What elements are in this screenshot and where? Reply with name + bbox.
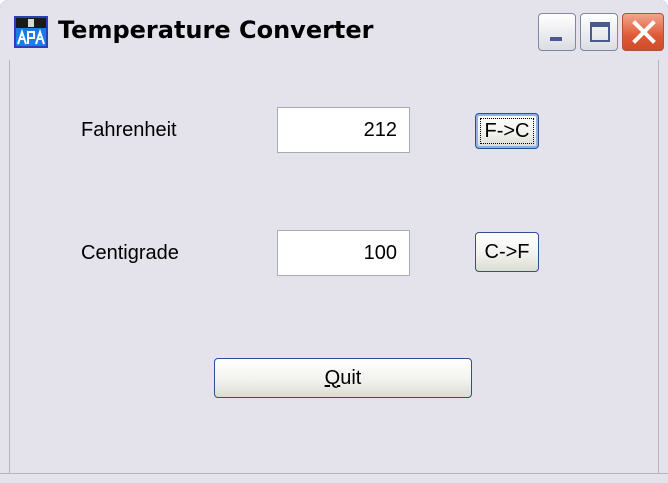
f-to-c-button-label: F->C [484,119,530,142]
title-bar[interactable]: Temperature Converter [0,0,668,60]
c-to-f-button-label: C->F [484,240,530,263]
centigrade-label: Centigrade [81,242,179,264]
maximize-button[interactable] [580,13,618,51]
f-to-c-button[interactable]: F->C [475,113,539,149]
minimize-button[interactable] [538,13,576,51]
quit-button-label: Quit [325,367,362,389]
close-icon [632,20,656,44]
close-button[interactable] [622,13,664,51]
client-area: Fahrenheit F->C Centigrade C->F Quit [10,60,658,473]
fahrenheit-label: Fahrenheit [81,119,177,141]
window-frame-left [0,60,10,483]
app-icon[interactable] [14,16,48,48]
app-window: Temperature Converter Fahrenheit F->C [0,0,668,483]
window-frame-bottom [0,473,668,483]
c-to-f-button[interactable]: C->F [475,232,539,272]
window-frame-right [658,60,668,483]
maximize-icon [590,22,610,42]
minimize-icon [550,37,562,41]
window-title: Temperature Converter [58,16,374,44]
fahrenheit-input[interactable] [277,107,410,153]
quit-accelerator-key: Q [324,366,341,389]
quit-label-rest: uit [340,366,362,389]
quit-button[interactable]: Quit [214,358,472,398]
centigrade-input[interactable] [277,230,410,276]
